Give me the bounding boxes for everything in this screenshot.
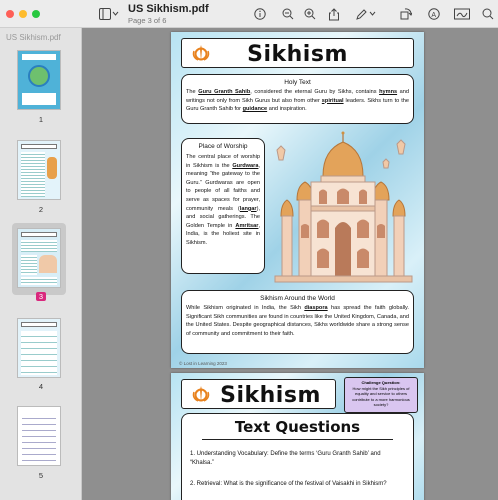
pdf-page-3: Sikhism Holy Text The Guru Granth Sahib,… [171,32,424,368]
share-button[interactable] [326,5,342,23]
around-world-heading: Sikhism Around the World [260,295,335,302]
signature-button[interactable] [452,5,472,23]
title-banner: Sikhism [181,38,414,68]
gurdwara-illustration [274,131,413,283]
challenge-text: How might the Sikh principles of equalit… [352,385,410,408]
copyright-footer: © Lost in Learning 2023 [179,361,227,366]
page-thumbnail-3[interactable] [17,228,61,288]
page-banner-title: Sikhism [220,383,321,408]
search-icon [482,8,494,20]
worship-heading: Place of Worship [198,143,248,150]
holy-text-heading: Holy Text [284,79,311,86]
around-world-paragraph: While Sikhism originated in India, the S… [186,304,409,338]
worship-card: Place of Worship The central place of wo… [181,138,265,274]
page-thumbnail-5[interactable] [17,406,61,466]
pdf-page-4: Sikhism Challenge Question: How might th… [171,373,424,500]
text-run: , considered the eternal Guru by Sikhs, … [250,89,380,95]
page-number-5: 5 [38,471,44,480]
holy-text-card: Holy Text The Guru Granth Sahib, conside… [181,74,414,124]
page-banner-title: Sikhism [247,42,348,67]
preview-window: US Sikhism.pdf Page 3 of 6 A US Sikhism.… [0,0,498,500]
pencil-icon [356,9,376,20]
term-hymns: hymns [379,89,398,95]
holy-text-paragraph: The Guru Granth Sahib, considered the et… [186,88,409,114]
close-window-button[interactable] [6,10,14,18]
titlebar: US Sikhism.pdf Page 3 of 6 A [0,0,498,28]
thumb-banner [21,322,57,327]
text-run: While Sikhism originated in India, the S… [186,305,305,311]
minimize-window-button[interactable] [19,10,27,18]
page-number-3: 3 [0,292,82,301]
around-world-card: Sikhism Around the World While Sikhism o… [181,290,414,354]
thumbnail-sidebar: US Sikhism.pdf 1 2 3 4 5 [0,28,82,500]
globe-icon [28,65,50,87]
question-2: 2. Retrieval: What is the significance o… [190,481,387,487]
page-number-4: 4 [38,382,44,391]
zoom-in-button[interactable] [302,5,318,23]
term-langar: langar [239,205,257,212]
text-questions-card: Text Questions 1. Understanding Vocabula… [181,413,414,500]
thumb-temple [39,255,57,273]
markup-button[interactable] [354,5,378,23]
current-page-badge: 3 [35,292,47,301]
sidebar-toggle-button[interactable] [96,5,122,23]
thumb-banner [21,232,57,237]
text-run: , meaning “the gateway to the Guru.” Gur… [186,162,260,212]
signature-icon [454,8,470,20]
challenge-question-box: Challenge Question: How might the Sikh p… [344,377,418,413]
question-1: 1. Understanding Vocabulary: Define the … [190,451,381,466]
term-amritsar: Amritsar [235,222,259,229]
thumb-text-lines [21,277,57,285]
zoom-window-button[interactable] [32,10,40,18]
document-view[interactable]: Sikhism Holy Text The Guru Granth Sahib,… [83,28,498,500]
term-guru-granth-sahib: Guru Granth Sahib [198,89,251,95]
thumb-banner [21,144,57,149]
annotate-button[interactable]: A [426,5,442,23]
zoom-in-icon [304,8,316,20]
thumb-text-lines [21,255,37,275]
sidebar-icon [99,8,119,20]
share-icon [329,7,339,20]
page-number-1: 1 [38,115,44,124]
term-diaspora: diaspora [304,305,328,311]
page-thumbnail-1[interactable] [17,50,61,110]
sidebar-title: US Sikhism.pdf [6,33,61,42]
page-number-2: 2 [38,205,44,214]
thumb-question-lines [21,331,57,375]
title-underline [202,439,393,440]
annotate-circle-icon: A [428,8,440,20]
svg-text:A: A [431,12,436,19]
page-thumbnail-2[interactable] [17,140,61,200]
zoom-out-button[interactable] [280,5,296,23]
thumb-text-block [22,93,56,105]
text-run: and inspiration. [267,106,307,113]
zoom-out-icon [282,8,294,20]
text-run: The [186,89,199,95]
term-gurdwara: Gurdwara [232,162,259,169]
rotate-icon [400,8,412,20]
thumb-lines [22,413,56,461]
term-guidance: guidance [242,106,268,113]
window-title: US Sikhism.pdf [128,3,209,15]
title-banner: Sikhism [181,379,336,409]
temple-drawing [274,131,413,283]
page-thumbnail-4[interactable] [17,318,61,378]
thumb-text-lines [21,240,57,252]
term-spiritual: spiritual [321,97,344,104]
worship-paragraph: The central place of worship in Sikhism … [186,153,260,248]
text-questions-title: Text Questions [234,418,361,436]
rotate-button[interactable] [398,5,414,23]
info-icon [254,8,266,20]
info-button[interactable] [252,5,268,23]
search-button[interactable] [480,5,496,23]
thumb-text-lines [21,152,45,197]
thumb-title-bar [22,54,56,60]
page-indicator: Page 3 of 6 [128,16,167,25]
thumb-figure [47,157,57,179]
